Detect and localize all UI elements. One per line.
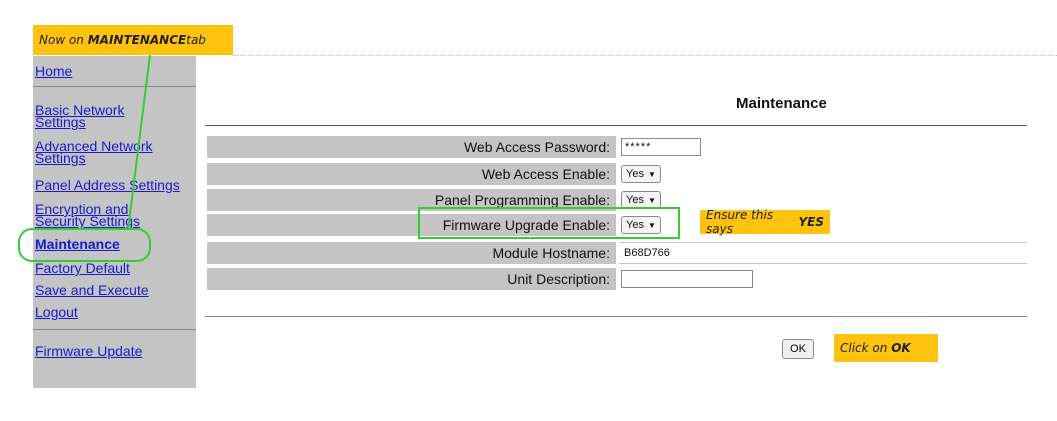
sidebar-item-factory-default[interactable]: Factory Default [35,261,130,275]
callout-bold: MAINTENANCE [87,33,187,47]
select-value: Yes [626,219,644,231]
field-value: ***** [621,136,701,158]
callout-bold: YES [798,215,824,229]
sidebar-item-home[interactable]: Home [35,64,72,78]
panel-programming-enable-select[interactable]: Yes ▼ [621,191,661,209]
callout-ensure-yes: Ensure this says YES [700,208,830,236]
sidebar-item-basic-network[interactable]: Basic Network Settings [35,102,145,130]
web-access-password-input[interactable]: ***** [621,138,701,156]
page-title: Maintenance [736,95,827,112]
hostname-row-bg [619,242,1027,264]
sidebar-item-label: Basic Network Settings [35,102,125,130]
module-hostname-input[interactable]: B68D766 [621,247,670,259]
callout-text: Now on [39,33,84,47]
field-label: Panel Programming Enable: [207,189,616,211]
ok-button[interactable]: OK [782,339,814,359]
unit-description-input[interactable] [621,270,753,288]
title-divider [205,125,1027,126]
select-value: Yes [626,168,644,180]
field-label: Unit Description: [207,268,616,290]
callout-maintenance-tab: Now on MAINTENANCE tab [33,25,233,55]
sidebar-item-maintenance[interactable]: Maintenance [35,237,120,251]
chevron-down-icon: ▼ [647,220,656,230]
web-access-enable-select[interactable]: Yes ▼ [621,165,661,183]
sidebar: Home Basic Network Settings Advanced Net… [33,56,196,388]
sidebar-item-panel-address[interactable]: Panel Address Settings [35,178,180,192]
callout-bold: OK [891,341,911,355]
sidebar-divider [33,86,196,87]
sidebar-item-label: Encryption and Security Settings [35,201,141,229]
field-label: Web Access Password: [207,136,616,158]
select-value: Yes [626,194,644,206]
sidebar-item-advanced-network[interactable]: Advanced Network Settings [35,138,175,166]
field-label: Firmware Upgrade Enable: [207,214,616,236]
sidebar-item-encryption[interactable]: Encryption and Security Settings [35,201,175,229]
sidebar-item-label: Advanced Network Settings [35,138,153,166]
field-label: Module Hostname: [207,242,616,264]
form-divider [205,316,1027,317]
top-divider [233,55,1057,56]
field-value: Yes ▼ [621,189,661,211]
sidebar-item-save-execute[interactable]: Save and Execute [35,283,149,297]
callout-click-ok: Click on OK [834,334,938,362]
callout-text: Ensure this says [706,208,774,236]
chevron-down-icon: ▼ [647,169,656,179]
field-label: Web Access Enable: [207,163,616,185]
callout-text: Click on [840,341,888,355]
sidebar-item-firmware-update[interactable]: Firmware Update [35,344,142,358]
field-value: Yes ▼ [621,163,661,185]
chevron-down-icon: ▼ [647,195,656,205]
field-value [621,268,753,290]
firmware-upgrade-enable-select[interactable]: Yes ▼ [621,216,661,234]
sidebar-divider [33,329,196,330]
sidebar-item-logout[interactable]: Logout [35,305,78,319]
field-value: Yes ▼ [621,214,661,236]
field-value: B68D766 [621,242,670,264]
callout-text: tab [186,33,206,47]
